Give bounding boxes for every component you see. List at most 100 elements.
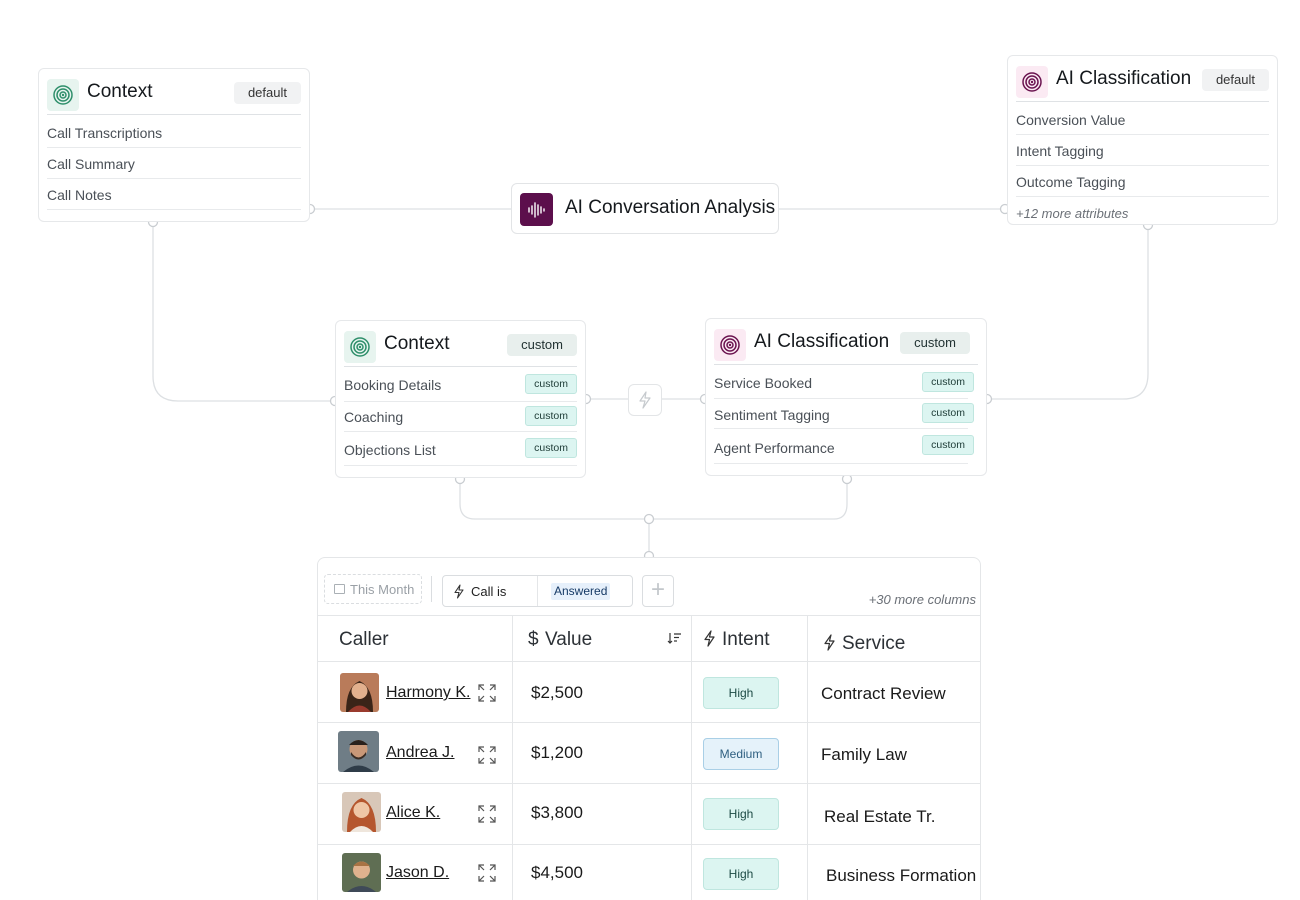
avatar: [340, 673, 379, 712]
attribute-label: Coaching: [344, 409, 404, 425]
default-tag: default: [1201, 69, 1269, 91]
trigger-node[interactable]: [628, 384, 662, 416]
target-icon: [714, 329, 746, 361]
table-header: Caller $ Value Intent Service: [318, 615, 980, 662]
service-name: Contract Review: [821, 684, 946, 703]
intent-badge: High: [703, 858, 779, 890]
attribute-call-transcriptions[interactable]: Call Transcriptions: [47, 117, 301, 148]
service-name: Real Estate Tr.: [824, 807, 936, 826]
more-columns-link[interactable]: +30 more columns: [869, 592, 976, 607]
classification-default-card[interactable]: AI Classification default Conversion Val…: [1007, 55, 1278, 225]
column-service[interactable]: Service: [808, 616, 980, 662]
intent-badge: High: [703, 677, 779, 709]
column-value-label: Value: [545, 629, 593, 650]
column-caller-label: Caller: [339, 629, 389, 650]
avatar: [342, 853, 381, 892]
caller-name-link[interactable]: Jason D.: [386, 864, 449, 882]
attribute-booking-details[interactable]: Booking Details custom: [344, 369, 577, 402]
intent-badge: Medium: [703, 738, 779, 770]
filter-condition: Call is: [471, 584, 507, 599]
attribute-label: Agent Performance: [714, 440, 835, 456]
card-header: Context default: [47, 77, 301, 115]
custom-tag: custom: [900, 332, 970, 354]
attribute-objections-list[interactable]: Objections List custom: [344, 432, 577, 466]
custom-chip: custom: [922, 372, 974, 392]
expand-icon[interactable]: [478, 805, 496, 823]
target-icon: [344, 331, 376, 363]
service-name: Business Formation: [826, 866, 977, 885]
waveform-icon: [520, 193, 553, 226]
card-title: AI Classification: [754, 331, 890, 352]
custom-tag: custom: [507, 334, 577, 356]
calls-table: This Month Call is Answered + +30 more c…: [317, 557, 981, 900]
avatar: [338, 731, 379, 772]
table-row[interactable]: Andrea J. $1,200 Medium Family Law: [318, 723, 980, 784]
attribute-label: Service Booked: [714, 375, 813, 391]
avatar: [342, 792, 381, 832]
card-title: Context: [87, 81, 153, 102]
analysis-title: AI Conversation Analysis: [565, 197, 776, 218]
intent-badge: High: [703, 798, 779, 830]
caller-name-link[interactable]: Alice K.: [386, 804, 440, 822]
attribute-label: Objections List: [344, 442, 436, 458]
ai-conversation-analysis-node[interactable]: AI Conversation Analysis: [511, 183, 779, 234]
card-header: AI Classification default: [1016, 64, 1269, 102]
attribute-sentiment-tagging[interactable]: Sentiment Tagging custom: [714, 399, 974, 429]
deal-value: $1,200: [531, 743, 583, 762]
add-filter-button[interactable]: +: [642, 575, 674, 607]
calendar-icon: [334, 584, 345, 594]
attribute-agent-performance[interactable]: Agent Performance custom: [714, 429, 974, 464]
call-status-filter[interactable]: Call is Answered: [442, 575, 633, 607]
deal-value: $2,500: [531, 683, 583, 702]
default-tag: default: [233, 82, 301, 104]
expand-icon[interactable]: [478, 746, 496, 764]
date-filter-label: This Month: [350, 582, 415, 597]
table-row[interactable]: Jason D. $4,500 High Business Formation: [318, 845, 980, 900]
attribute-label: Booking Details: [344, 377, 442, 393]
expand-icon[interactable]: [478, 864, 496, 882]
context-custom-card[interactable]: Context custom Booking Details custom Co…: [335, 320, 586, 478]
target-icon: [47, 79, 79, 111]
filter-value[interactable]: Answered: [551, 583, 611, 600]
toolbar-divider: [431, 576, 432, 602]
attribute-service-booked[interactable]: Service Booked custom: [714, 367, 974, 399]
attribute-label: Sentiment Tagging: [714, 407, 830, 423]
column-intent[interactable]: Intent: [692, 616, 807, 662]
filter-divider: [537, 576, 538, 606]
card-header: Context custom: [344, 329, 577, 367]
workflow-canvas: Context default Call Transcriptions Call…: [0, 0, 1300, 900]
custom-chip: custom: [525, 406, 577, 426]
bolt-icon: [454, 584, 464, 599]
column-service-label: Service: [842, 633, 906, 654]
attribute-call-summary[interactable]: Call Summary: [47, 148, 301, 179]
bolt-icon: [824, 634, 835, 651]
target-icon: [1016, 66, 1048, 98]
date-filter[interactable]: This Month: [324, 574, 422, 604]
custom-chip: custom: [922, 403, 974, 423]
custom-chip: custom: [525, 438, 577, 458]
custom-chip: custom: [922, 435, 974, 455]
attribute-coaching[interactable]: Coaching custom: [344, 402, 577, 432]
table-row[interactable]: Harmony K. $2,500 High Contract Review: [318, 662, 980, 723]
attribute-intent-tagging[interactable]: Intent Tagging: [1016, 135, 1269, 166]
card-header: AI Classification custom: [714, 327, 978, 365]
column-value[interactable]: $ Value: [513, 616, 691, 662]
card-title: Context: [384, 333, 450, 354]
table-row[interactable]: Alice K. $3,800 High Real Estate Tr.: [318, 784, 980, 845]
attribute-call-notes[interactable]: Call Notes: [47, 179, 301, 210]
service-name: Family Law: [821, 745, 907, 764]
expand-icon[interactable]: [478, 684, 496, 702]
column-caller[interactable]: Caller: [339, 616, 509, 662]
attribute-outcome-tagging[interactable]: Outcome Tagging: [1016, 166, 1269, 197]
dollar-icon: $: [528, 629, 539, 650]
more-attributes-link[interactable]: +12 more attributes: [1016, 197, 1269, 228]
deal-value: $4,500: [531, 863, 583, 882]
sort-icon[interactable]: [667, 632, 682, 644]
caller-name-link[interactable]: Andrea J.: [386, 744, 454, 762]
bolt-icon: [639, 391, 651, 409]
context-default-card[interactable]: Context default Call Transcriptions Call…: [38, 68, 310, 222]
attribute-conversion-value[interactable]: Conversion Value: [1016, 104, 1269, 135]
caller-name-link[interactable]: Harmony K.: [386, 684, 470, 702]
deal-value: $3,800: [531, 803, 583, 822]
classification-custom-card[interactable]: AI Classification custom Service Booked …: [705, 318, 987, 476]
